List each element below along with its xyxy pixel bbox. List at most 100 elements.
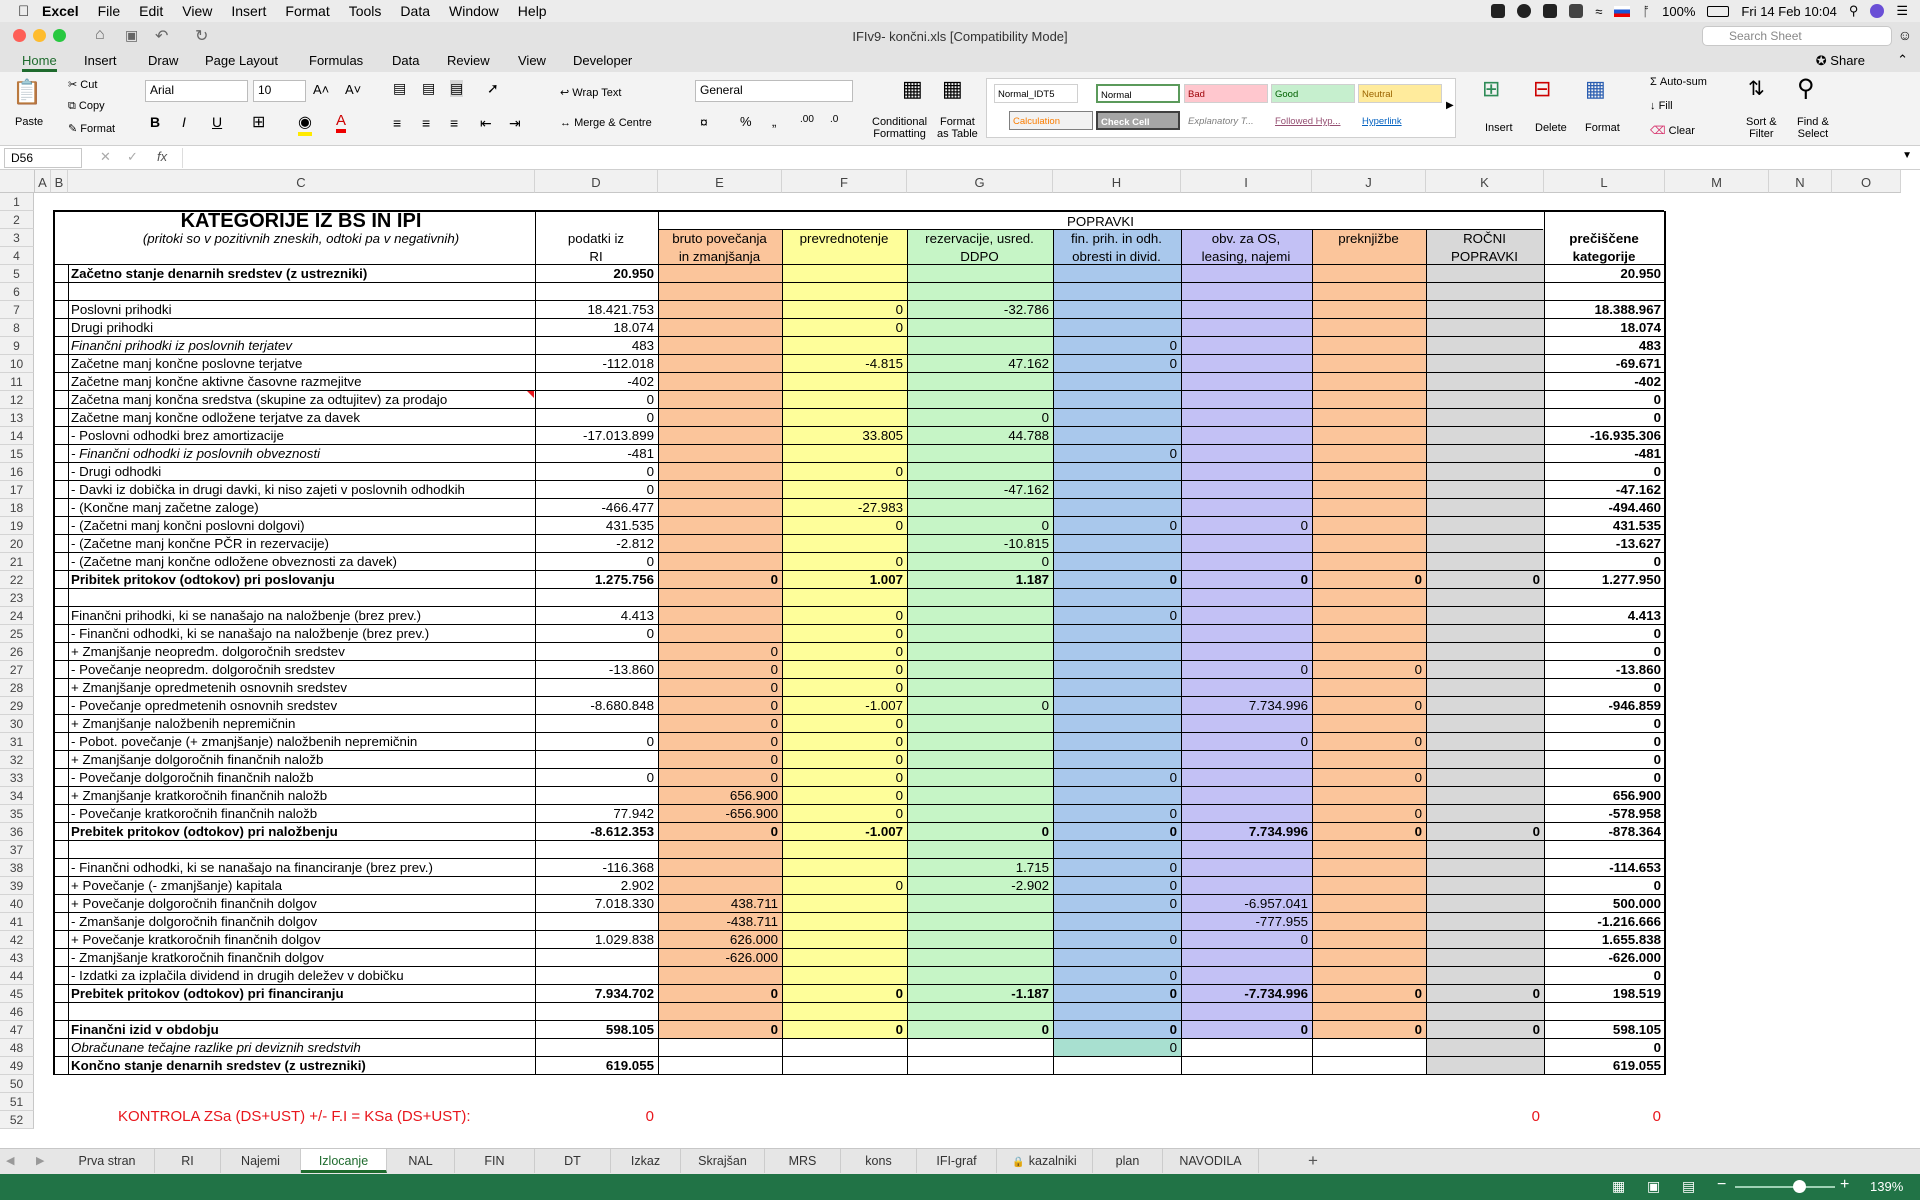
cell-j[interactable]: 0 [1312,805,1425,823]
row-label[interactable]: + Zmanjšanje kratkoročnih finančnih nalo… [68,787,532,805]
row-header[interactable]: 1 [0,193,34,211]
sheet-tab-fin[interactable]: FIN [455,1149,535,1173]
column-header-d[interactable]: D [535,170,658,193]
paste-icon[interactable]: 📋 [12,78,42,107]
cell-l[interactable]: 0 [1544,625,1664,643]
row-header[interactable]: 34 [0,787,34,805]
cell-h[interactable]: 0 [1053,985,1180,1003]
cell-e[interactable]: 0 [658,697,781,715]
copy-button[interactable]: ⧉ Copy [68,100,105,113]
column-header-k[interactable]: K [1426,170,1544,193]
row-header[interactable]: 6 [0,283,34,301]
wrap-text-button[interactable]: ↩ Wrap Text [560,86,621,99]
cell-d[interactable]: 20.950 [535,265,657,283]
row-label[interactable]: - Zmanjšanje kratkoročnih finančnih dolg… [68,949,532,967]
find-select-button[interactable]: Find & Select [1797,116,1829,140]
merge-centre-button[interactable]: ↔ Merge & Centre [560,117,652,129]
cell-e[interactable]: 0 [658,1021,781,1039]
cell-h[interactable]: 0 [1053,607,1180,625]
cell-d[interactable]: 0 [535,463,657,481]
cell-d[interactable]: 0 [535,391,657,409]
cell-d[interactable]: -466.477 [535,499,657,517]
cut-button[interactable]: ✂ Cut [68,78,97,91]
cell-d[interactable]: 77.942 [535,805,657,823]
sort-filter-icon[interactable]: ⇅ [1748,76,1765,101]
find-select-icon[interactable]: ⚲ [1797,74,1815,103]
cell-h[interactable]: 0 [1053,769,1180,787]
cell-l[interactable]: -578.958 [1544,805,1664,823]
row-header[interactable]: 49 [0,1057,34,1075]
row-label[interactable]: - Finančni odhodki, ki se nanašajo na na… [68,625,532,643]
zoom-slider-thumb[interactable] [1793,1180,1806,1193]
cell-l[interactable]: 0 [1544,769,1664,787]
cell-l[interactable]: 198.519 [1544,985,1664,1003]
cell-f[interactable]: 0 [782,679,906,697]
cell-i[interactable]: 0 [1181,571,1311,589]
row-header[interactable]: 39 [0,877,34,895]
sheet-tab-skraj-an[interactable]: Skrajšan [681,1149,765,1173]
row-label[interactable]: Končno stanje denarnih sredstev (z ustre… [68,1057,532,1075]
row-header[interactable]: 35 [0,805,34,823]
function-icon[interactable]: fx [157,149,167,164]
comma-icon[interactable]: „ [772,114,776,129]
cell-l[interactable]: 0 [1544,463,1664,481]
number-format-select[interactable]: General [695,80,853,102]
row-header[interactable]: 19 [0,517,34,535]
increase-decimal-icon[interactable]: .00 [800,114,814,125]
name-box[interactable]: D56 [4,148,82,168]
column-header-l[interactable]: L [1544,170,1665,193]
format-as-table-button[interactable]: Format as Table [937,116,978,140]
row-header[interactable]: 5 [0,265,34,283]
column-header-a[interactable]: A [35,170,51,193]
cell-f[interactable]: 0 [782,553,906,571]
row-label[interactable]: + Zmanjšanje dolgoročnih finančnih nalož… [68,751,532,769]
cell-g[interactable]: -1.187 [907,985,1052,1003]
increase-indent-icon[interactable]: ⇥ [509,115,521,132]
datetime[interactable]: Fri 14 Feb 10:04 [1741,4,1836,19]
cell-d[interactable]: -481 [535,445,657,463]
row-header[interactable]: 7 [0,301,34,319]
row-header[interactable]: 2 [0,211,34,229]
cell-e[interactable]: 0 [658,751,781,769]
cell-l[interactable]: 0 [1544,733,1664,751]
row-header[interactable]: 40 [0,895,34,913]
menu-format[interactable]: Format [285,3,329,19]
row-header[interactable]: 23 [0,589,34,607]
cell-k[interactable]: 0 [1426,823,1543,841]
style-bad[interactable]: Bad [1184,84,1268,103]
tab-data[interactable]: Data [392,52,419,72]
cell-f[interactable]: 0 [782,877,906,895]
cell-d[interactable]: 2.902 [535,877,657,895]
cell-e[interactable]: 656.900 [658,787,781,805]
cell-l[interactable]: 598.105 [1544,1021,1664,1039]
orientation-icon[interactable]: ➚ [487,80,499,97]
row-header[interactable]: 43 [0,949,34,967]
row-header[interactable]: 51 [0,1093,34,1111]
currency-icon[interactable]: ¤ [700,114,708,130]
cell-i[interactable]: 0 [1181,517,1311,535]
row-header[interactable]: 13 [0,409,34,427]
sheet-tab-najemi[interactable]: Najemi [221,1149,301,1173]
column-header-e[interactable]: E [658,170,782,193]
cell-e[interactable]: 0 [658,643,781,661]
cell-l[interactable]: -1.216.666 [1544,913,1664,931]
paste-button[interactable]: Paste [15,116,43,128]
cell-d[interactable]: -17.013.899 [535,427,657,445]
cell-f[interactable]: 0 [782,769,906,787]
zoom-in-icon[interactable]: + [1840,1176,1849,1194]
cell-d[interactable]: -112.018 [535,355,657,373]
row-label[interactable]: - Finančni odhodki iz poslovnih obveznos… [68,445,532,463]
cell-d[interactable]: -402 [535,373,657,391]
bold-icon[interactable]: B [150,114,160,130]
cell-g[interactable]: 0 [907,823,1052,841]
cell-l[interactable]: -114.653 [1544,859,1664,877]
column-header-o[interactable]: O [1832,170,1901,193]
row-label[interactable]: Drugi prihodki [68,319,532,337]
cell-l[interactable]: 656.900 [1544,787,1664,805]
cell-g[interactable]: 1.187 [907,571,1052,589]
fill-button[interactable]: ↓ Fill [1650,100,1673,112]
cell-l[interactable]: 0 [1544,553,1664,571]
menu-app[interactable]: Excel [42,3,79,19]
cell-l[interactable]: 0 [1544,1039,1664,1057]
cell-l[interactable]: 1.277.950 [1544,571,1664,589]
